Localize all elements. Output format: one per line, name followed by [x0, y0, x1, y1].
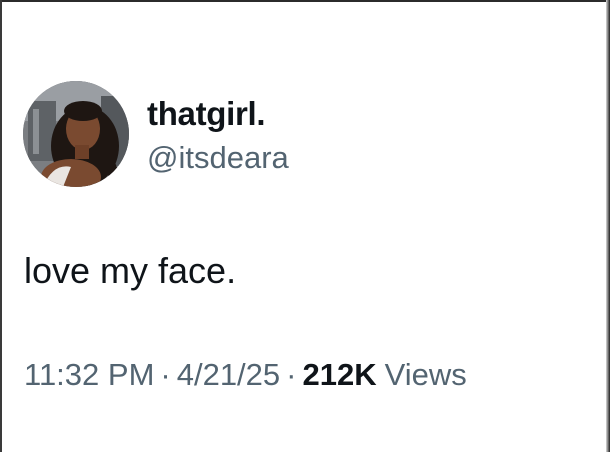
views-label: Views	[384, 357, 467, 392]
tweet-card: thatgirl. @itsdeara love my face. 11:32 …	[0, 0, 610, 452]
user-handle[interactable]: @itsdeara	[147, 140, 289, 176]
tweet-time[interactable]: 11:32 PM	[24, 357, 154, 393]
views-count[interactable]: 212K	[302, 357, 376, 393]
tweet-date[interactable]: 4/21/25	[177, 357, 280, 393]
separator: ·	[160, 357, 171, 392]
right-border	[606, 0, 610, 452]
top-border	[0, 0, 610, 2]
tweet-text: love my face.	[24, 250, 237, 291]
separator: ·	[286, 357, 297, 392]
avatar[interactable]	[23, 81, 129, 187]
left-border	[0, 0, 2, 452]
tweet-metadata: 11:32 PM · 4/21/25 · 212K Views	[24, 357, 467, 393]
avatar-photo-icon	[23, 81, 129, 187]
display-name[interactable]: thatgirl.	[147, 95, 266, 133]
